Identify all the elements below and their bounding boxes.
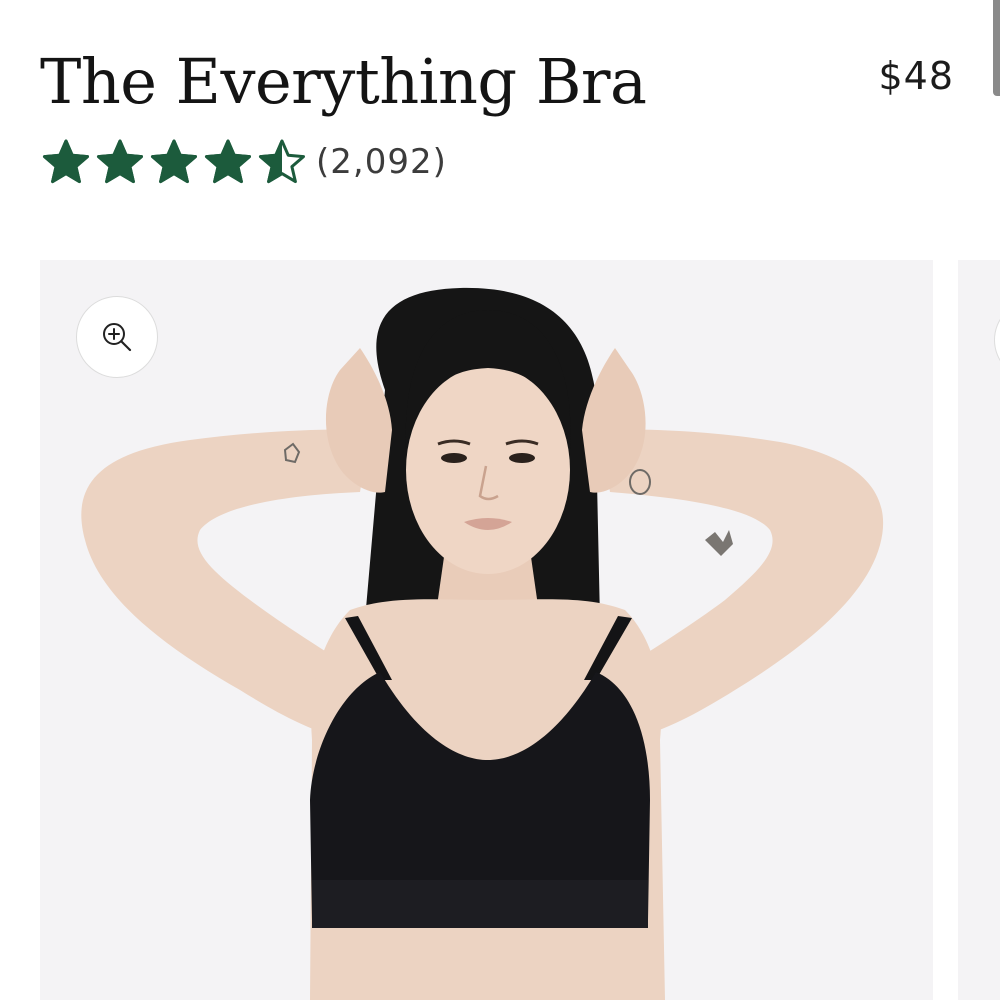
product-page: The Everything Bra $48 (2,092): [0, 0, 1000, 1000]
rating-summary[interactable]: (2,092): [42, 136, 447, 188]
product-title: The Everything Bra: [40, 45, 647, 118]
product-image-gallery[interactable]: [40, 260, 933, 1000]
star-half-icon: [259, 139, 305, 184]
zoom-in-icon: [103, 323, 132, 352]
star-rating: [42, 138, 306, 186]
review-count[interactable]: (2,092): [316, 142, 447, 182]
scrollbar[interactable]: [993, 0, 1000, 96]
star-full-icon: [205, 139, 251, 184]
next-image-zoom-button[interactable]: [994, 300, 1000, 380]
star-full-icon: [151, 139, 197, 184]
star-full-icon: [97, 139, 143, 184]
product-photo[interactable]: [40, 260, 933, 1000]
product-price: $48: [878, 54, 954, 98]
next-gallery-image[interactable]: [958, 260, 1000, 1000]
zoom-button[interactable]: [76, 296, 158, 378]
star-full-icon: [43, 139, 89, 184]
